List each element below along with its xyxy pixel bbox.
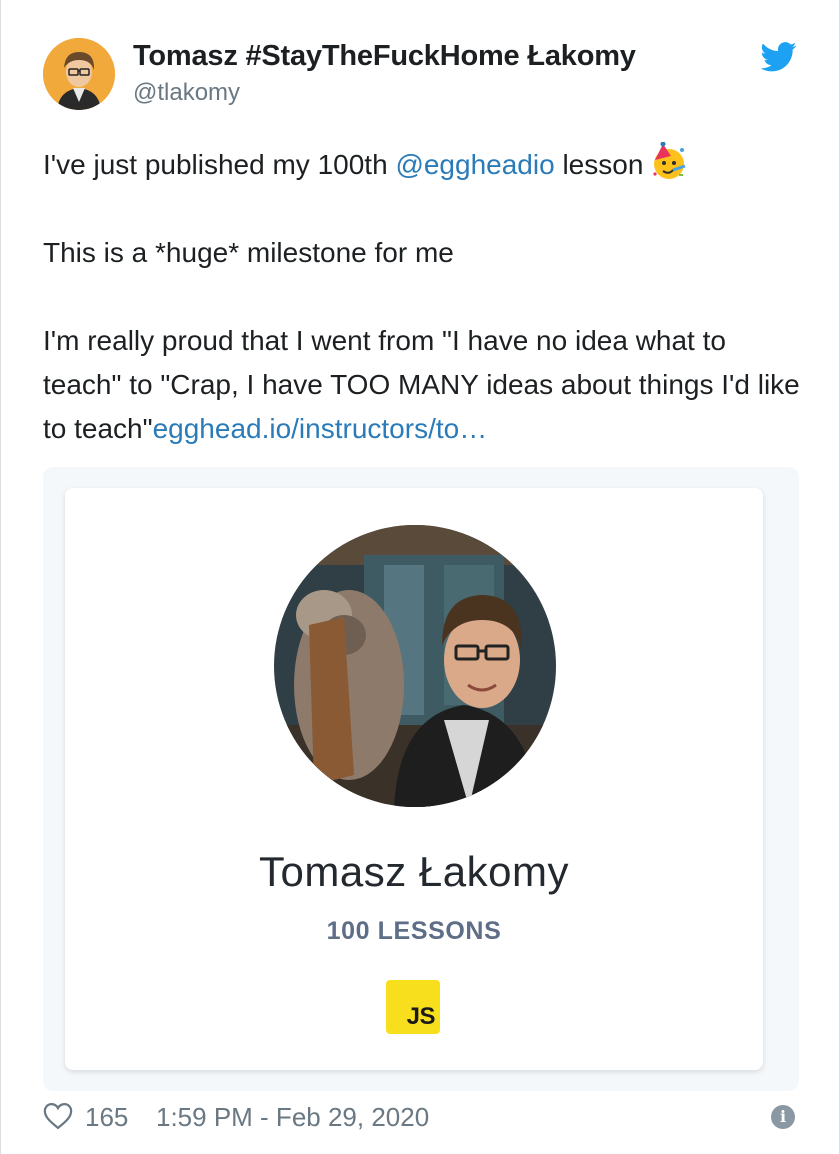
tweet-line-1-text: I've just published my 100th xyxy=(43,149,396,180)
partying-face-icon xyxy=(649,141,689,182)
tweet-text: I've just published my 100th @eggheadio … xyxy=(43,141,803,451)
author-avatar[interactable] xyxy=(43,38,115,110)
tweet-line-1-end: lesson xyxy=(554,149,644,180)
javascript-badge-icon: JS xyxy=(386,980,440,1034)
author-name[interactable]: Tomasz #StayTheFuckHome Łakomy xyxy=(133,40,636,73)
javascript-badge-label: JS xyxy=(406,1003,436,1030)
tweet-card: Tomasz #StayTheFuckHome Łakomy @tlakomy … xyxy=(0,0,840,1154)
tweet-footer: 165 1:59 PM - Feb 29, 2020 i xyxy=(43,1100,799,1136)
instructor-photo xyxy=(274,525,556,807)
instructor-profile-card[interactable]: Tomasz Łakomy 100 LESSONS JS xyxy=(65,488,763,1070)
twitter-bird-icon[interactable] xyxy=(760,42,797,72)
tweet-url-link[interactable]: egghead.io/instructors/to… xyxy=(153,413,488,444)
lessons-count: 100 LESSONS xyxy=(326,917,502,945)
tweet-line-3: I'm really proud that I went from "I hav… xyxy=(43,319,803,451)
mention-link[interactable]: @eggheadio xyxy=(395,149,554,180)
author-handle[interactable]: @tlakomy xyxy=(133,79,240,107)
tweet-line-1: I've just published my 100th @eggheadio … xyxy=(43,141,803,187)
info-icon[interactable]: i xyxy=(771,1105,795,1129)
tweet-timestamp[interactable]: 1:59 PM - Feb 29, 2020 xyxy=(156,1102,429,1133)
tweet-line-2: This is a *huge* milestone for me xyxy=(43,237,454,268)
heart-icon[interactable] xyxy=(43,1102,73,1130)
like-count[interactable]: 165 xyxy=(85,1102,128,1133)
link-preview-card[interactable]: Tomasz Łakomy 100 LESSONS JS xyxy=(43,467,799,1091)
instructor-name: Tomasz Łakomy xyxy=(259,848,569,895)
